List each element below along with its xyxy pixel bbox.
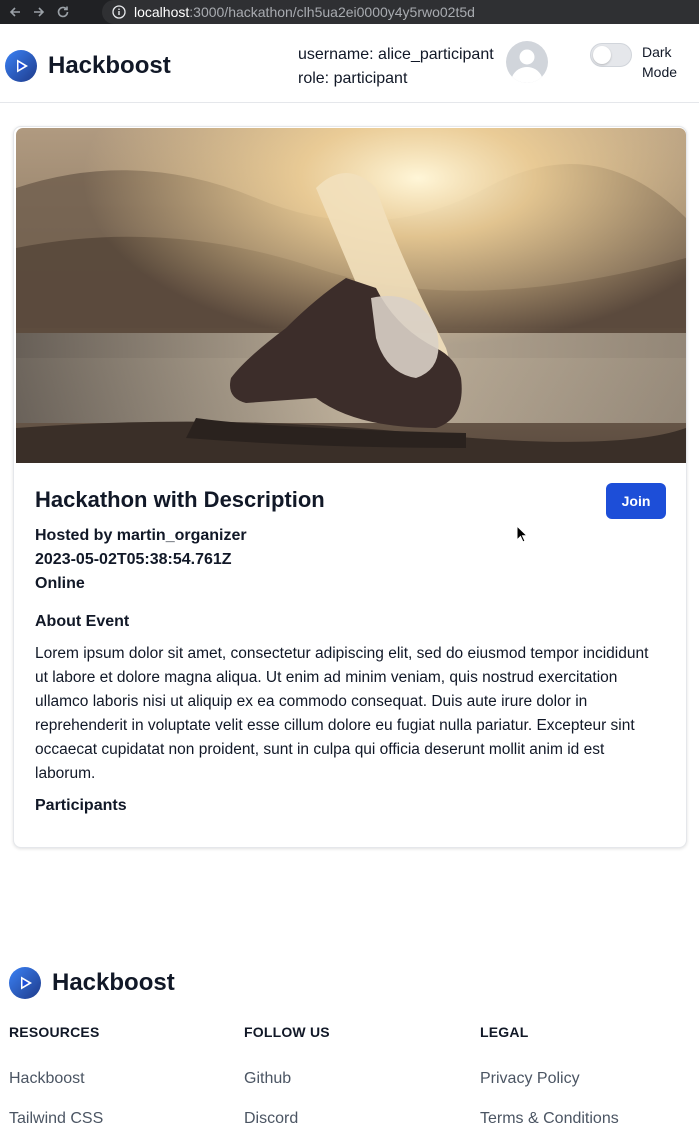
footer-brand-link[interactable]: Hackboost (9, 967, 175, 999)
footer-link-terms[interactable]: Terms & Conditions (480, 1110, 619, 1128)
footer-link-discord[interactable]: Discord (244, 1110, 298, 1128)
brand-link[interactable]: Hackboost (5, 50, 171, 82)
footer-link-hackboost[interactable]: Hackboost (9, 1070, 85, 1088)
toggle-knob (593, 46, 611, 64)
dark-mode-toggle[interactable] (590, 43, 632, 67)
footer-heading: RESOURCES (9, 1024, 100, 1040)
event-date: 2023-05-02T05:38:54.761Z (35, 551, 232, 568)
event-meta: Hosted by martin_organizer 2023-05-02T05… (35, 524, 247, 596)
footer-heading: FOLLOW US (244, 1024, 330, 1040)
dark-mode-label: Dark Mode (642, 44, 678, 80)
address-bar[interactable]: localhost:3000/hackathon/clh5ua2ei0000y4… (102, 0, 699, 24)
footer-link-github[interactable]: Github (244, 1070, 291, 1088)
play-logo-icon (5, 50, 37, 82)
username-text: username: alice_participant (298, 46, 494, 63)
about-heading: About Event (35, 613, 130, 630)
footer-link-tailwind[interactable]: Tailwind CSS (9, 1110, 103, 1128)
reload-icon[interactable] (54, 3, 72, 21)
footer-brand-name: Hackboost (52, 969, 175, 996)
url-host: localhost (134, 4, 190, 20)
footer-link-privacy[interactable]: Privacy Policy (480, 1070, 580, 1088)
event-location: Online (35, 575, 85, 592)
browser-toolbar: localhost:3000/hackathon/clh5ua2ei0000y4… (0, 0, 699, 24)
event-title: Hackathon with Description (35, 487, 325, 512)
site-info-icon[interactable] (112, 5, 126, 19)
join-button[interactable]: Join (606, 483, 666, 519)
mouse-cursor-icon (516, 525, 528, 543)
footer-column-resources: RESOURCES Hackboost Tailwind CSS (9, 1024, 103, 1127)
app-header: Hackboost username: alice_participant ro… (0, 30, 699, 103)
participants-heading: Participants (35, 797, 127, 814)
forward-icon[interactable] (30, 3, 48, 21)
event-cover-image (16, 128, 686, 463)
brand-name: Hackboost (48, 52, 171, 79)
footer-column-follow-us: FOLLOW US Github Discord (244, 1024, 330, 1127)
event-card: Hackathon with Description Join Hosted b… (13, 126, 687, 848)
about-text: Lorem ipsum dolor sit amet, consectetur … (35, 645, 649, 782)
role-text: role: participant (298, 70, 408, 87)
footer-column-legal: LEGAL Privacy Policy Terms & Conditions (480, 1024, 619, 1127)
url-path: :3000/hackathon/clh5ua2ei0000y4y5rwo02t5… (189, 4, 475, 20)
back-icon[interactable] (6, 3, 24, 21)
play-logo-icon (9, 967, 41, 999)
event-host: Hosted by martin_organizer (35, 527, 247, 544)
user-info: username: alice_participant role: partic… (298, 43, 494, 91)
footer-heading: LEGAL (480, 1024, 529, 1040)
user-placeholder-icon (506, 41, 548, 83)
avatar[interactable] (506, 41, 548, 83)
